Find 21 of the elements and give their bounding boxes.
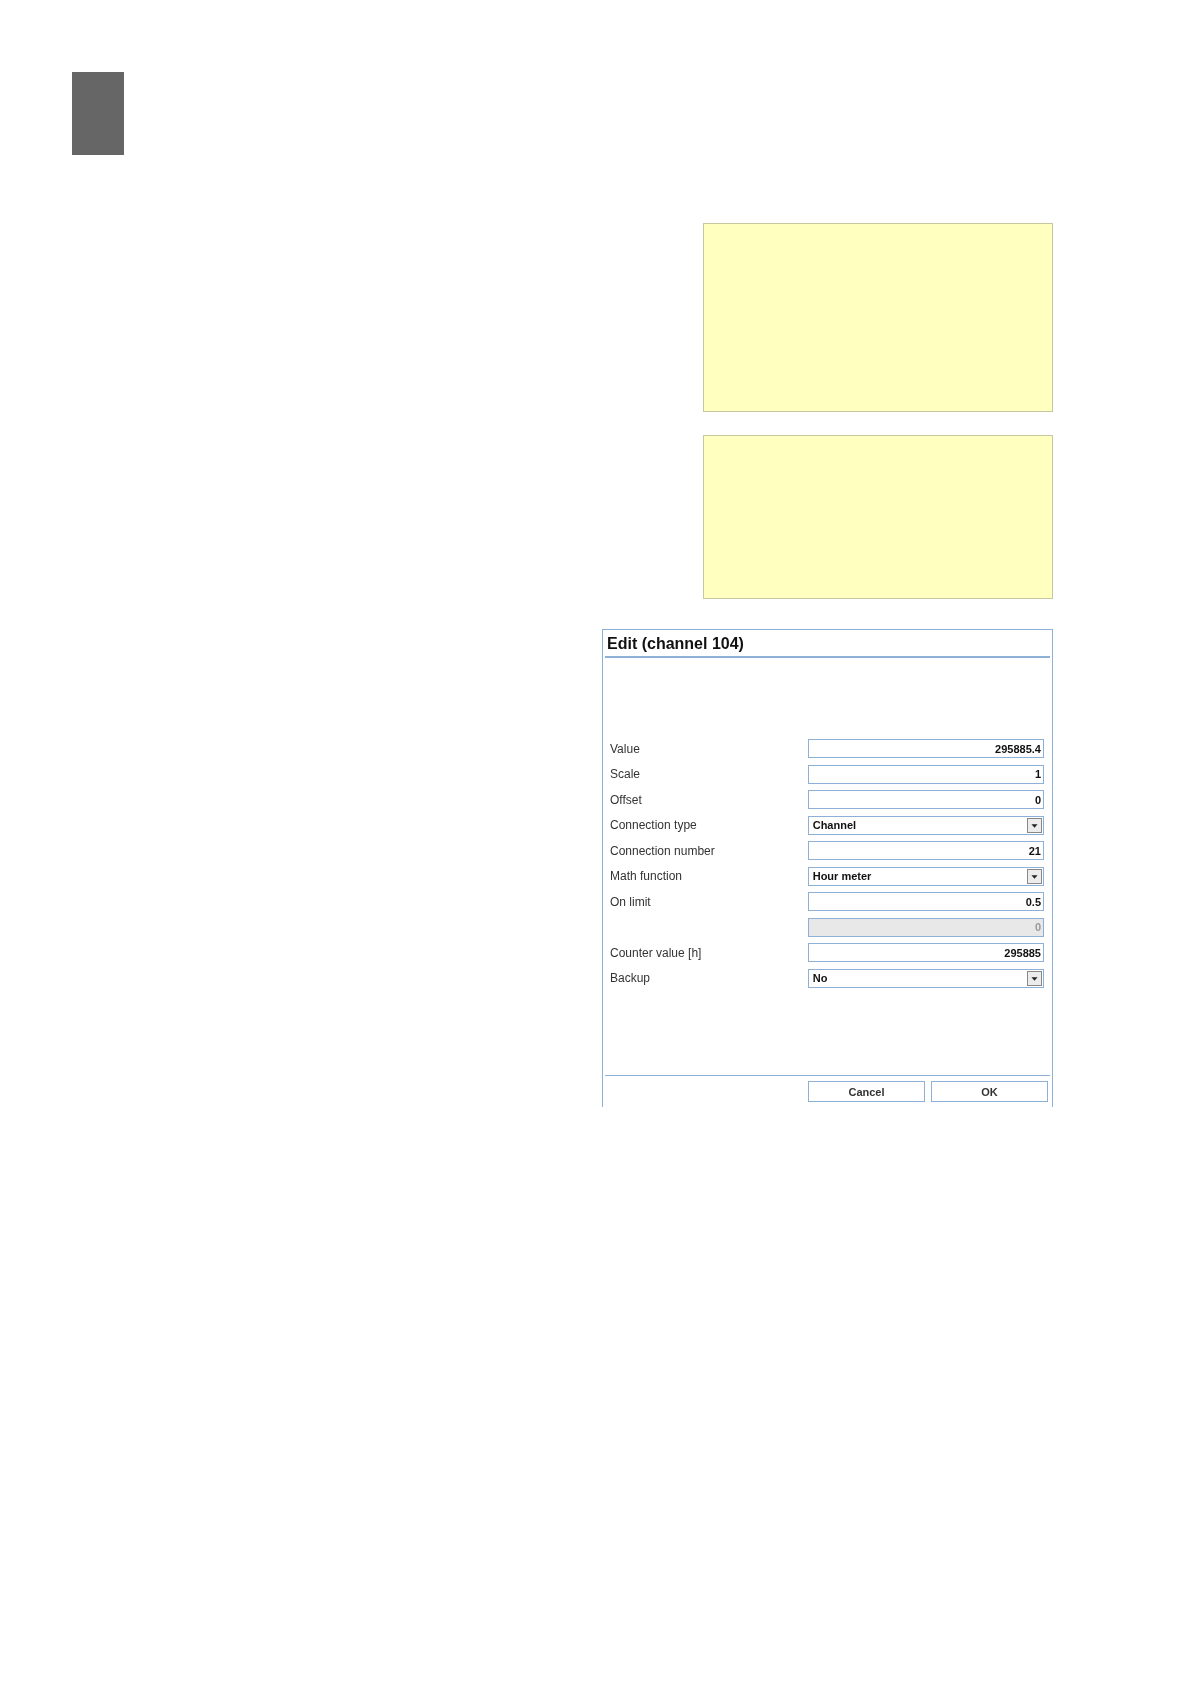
dropdown[interactable]: No xyxy=(807,968,1044,988)
field-label: Backup xyxy=(610,971,651,986)
field-label: Offset xyxy=(610,792,642,807)
input-field[interactable]: 295885 xyxy=(807,943,1044,963)
field-label: Value xyxy=(610,741,640,756)
field-label: On limit xyxy=(610,894,651,909)
dropdown[interactable]: Channel xyxy=(807,815,1044,835)
ok-button[interactable]: OK xyxy=(931,1081,1048,1102)
dropdown[interactable]: Hour meter xyxy=(807,866,1044,886)
field-label: Scale xyxy=(610,767,641,782)
field-label: Connection type xyxy=(610,818,697,833)
dialog-title: Edit (channel 104) xyxy=(605,630,1050,658)
input-field[interactable]: 295885.4 xyxy=(807,739,1044,759)
field-label: Connection number xyxy=(610,843,715,858)
field-label: Counter value [h] xyxy=(610,945,702,960)
field-label: Math function xyxy=(610,869,683,884)
input-field[interactable]: 21 xyxy=(807,841,1044,861)
cancel-button[interactable]: Cancel xyxy=(808,1081,925,1102)
input-field[interactable]: 0 xyxy=(807,790,1044,810)
input-field[interactable]: 0.5 xyxy=(807,892,1044,912)
input-field[interactable]: 1 xyxy=(807,764,1044,784)
